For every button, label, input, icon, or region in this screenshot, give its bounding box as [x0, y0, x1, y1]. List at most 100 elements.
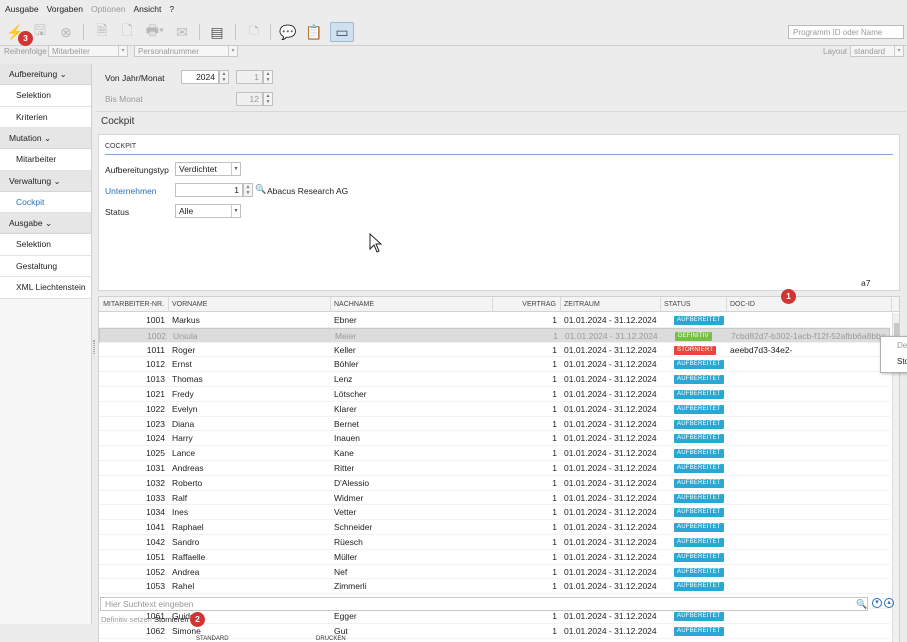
- table-row[interactable]: 1022 Evelyn Klarer 1 01.01.2024 - 31.12.2024…: [99, 402, 890, 417]
- type-select[interactable]: Verdichtet ▾: [175, 162, 241, 176]
- layout-select[interactable]: standard ▾: [850, 45, 904, 57]
- print-icon[interactable]: 🖶▾: [142, 22, 168, 42]
- table-row[interactable]: 1031 Andreas Ritter 1 01.01.2024 - 31.12.202…: [99, 461, 890, 476]
- table-row[interactable]: 1042 Sandro Rüesch 1 01.01.2024 - 31.12.2024…: [99, 535, 890, 550]
- table-row[interactable]: 1051 Raffaelle Müller 1 01.01.2024 - 31.12.2…: [99, 550, 890, 565]
- cell-nachname: Keller: [334, 344, 356, 355]
- search-icon[interactable]: 🔍: [856, 599, 867, 610]
- cell-vorname: Fredy: [172, 389, 194, 399]
- month-input[interactable]: 1: [236, 70, 263, 84]
- col-header-nachname[interactable]: NACHNAME: [331, 297, 493, 312]
- pdf-icon[interactable]: 🗋: [118, 22, 136, 42]
- table-row[interactable]: 1053 Rahel Zimmerli 1 01.01.2024 - 31.12.202…: [99, 579, 892, 595]
- sidebar-section-aufbereitung[interactable]: Aufbereitung ⌄: [0, 64, 91, 85]
- table-row[interactable]: 1012 Ernst Böhler 1 01.01.2024 - 31.12.2024 A…: [99, 357, 890, 373]
- menu-help[interactable]: ?: [169, 4, 174, 14]
- program-search-input[interactable]: Programm ID oder Name: [788, 25, 904, 39]
- table-row[interactable]: 1032 Roberto D'Alessio 1 01.01.2024 - 31.12.…: [99, 476, 890, 491]
- stornieren-button[interactable]: Stornieren: [154, 615, 189, 624]
- sidebar-item-xml-liechtenstein[interactable]: XML Liechtenstein: [0, 277, 91, 299]
- col-header-nr[interactable]: MITARBEITER-NR.: [99, 297, 169, 312]
- splitter-handle[interactable]: [93, 340, 95, 354]
- table-row[interactable]: 1011 Roger Keller 1 01.01.2024 - 31.12.2024 a…: [99, 343, 890, 358]
- table-row[interactable]: 1025 Lance Kane 1 01.01.2024 - 31.12.2024 AUF…: [99, 446, 890, 461]
- table-row[interactable]: 1041 Raphael Schneider 1 01.01.2024 - 31.12.…: [99, 520, 890, 535]
- cancel-icon[interactable]: ⊗: [57, 22, 75, 42]
- table-row[interactable]: 1001 Markus Ebner 1 01.01.2024 - 31.12.2024 A…: [99, 313, 890, 328]
- year-stepper[interactable]: ▲ ▼: [219, 70, 229, 84]
- cell-vorname: Ernst: [172, 359, 192, 370]
- cell-vorname: Diana: [172, 418, 195, 429]
- sidebar-item-cockpit[interactable]: Cockpit: [0, 191, 91, 213]
- table-row[interactable]: 1021 Fredy Lötscher 1 01.01.2024 - 31.12.202…: [99, 387, 890, 402]
- scroll-down-icon[interactable]: ▾: [872, 598, 882, 608]
- cell-zeitraum: 01.01.2024 - 31.12.2024: [564, 463, 657, 473]
- company-link[interactable]: Unternehmen: [105, 186, 157, 196]
- sidebar-item-kriterien[interactable]: Kriterien: [0, 106, 91, 128]
- sort-second-select[interactable]: Personalnummer ▾: [134, 45, 238, 57]
- tab-standard[interactable]: STANDARD: [196, 636, 229, 642]
- sidebar-item-selektion[interactable]: Selektion: [0, 85, 91, 107]
- sidebar-section-verwaltung[interactable]: Verwaltung ⌄: [0, 170, 91, 192]
- file-icon[interactable]: 🗅: [245, 22, 263, 42]
- table-row[interactable]: 1034 Ines Vetter 1 01.01.2024 - 31.12.2024 AU…: [99, 505, 892, 521]
- menu-vorgaben[interactable]: Vorgaben: [47, 4, 83, 14]
- context-item-stornieren[interactable]: Stornieren: [897, 357, 907, 366]
- col-header-vorname[interactable]: VORNAME: [169, 297, 331, 312]
- col-header-zeitraum[interactable]: ZEITRAUM: [561, 297, 661, 312]
- doc-id-fragment: a7: [861, 278, 871, 288]
- menu-ansicht[interactable]: Ansicht: [133, 4, 161, 14]
- cell-zeitraum: 01.01.2024 - 31.12.2024: [564, 374, 657, 385]
- context-item-definitiv[interactable]: Definitiv setzen: [897, 341, 907, 350]
- clipboard-info-icon[interactable]: 📋: [304, 22, 324, 42]
- month-stepper[interactable]: ▲ ▼: [263, 70, 273, 84]
- cell-docid: [730, 505, 892, 520]
- save-icon[interactable]: 🖫: [31, 22, 49, 42]
- table-row[interactable]: 1023 Diana Bernet 1 01.01.2024 - 31.12.2024 A…: [99, 417, 890, 432]
- cell-zeitraum: 01.01.2024 - 31.12.2024: [564, 551, 657, 562]
- company-input[interactable]: 1: [175, 183, 243, 197]
- table-row[interactable]: 1033 Ralf Widmer 1 01.01.2024 - 31.12.2024 AU…: [99, 491, 890, 506]
- cell-docid: [730, 579, 892, 594]
- sidebar-section-mutation[interactable]: Mutation ⌄: [0, 128, 91, 149]
- company-stepper[interactable]: ▲ ▼: [243, 183, 253, 197]
- search-icon[interactable]: 🔍: [255, 184, 266, 195]
- table-row[interactable]: 1024 Harry Inauen 1 01.01.2024 - 31.12.2024 A…: [99, 431, 890, 447]
- sidebar-item-gestaltung[interactable]: Gestaltung: [0, 255, 91, 277]
- table-row[interactable]: 1013 Thomas Lenz 1 01.01.2024 - 31.12.2024 AU…: [99, 372, 890, 387]
- cell-vertrag: 1: [552, 315, 557, 325]
- cell-vorname: Raffaelle: [172, 551, 206, 562]
- chevron-down-icon: ▾: [228, 46, 237, 56]
- notes-icon[interactable]: ▤: [208, 22, 226, 42]
- definitiv-button[interactable]: Definitiv setzen: [101, 615, 152, 624]
- cell-zeitraum: 01.01.2024 - 31.12.2024: [564, 389, 657, 399]
- to-month-input[interactable]: 12: [236, 92, 263, 106]
- sort-first-select[interactable]: Mitarbeiter ▾: [48, 45, 128, 57]
- mail-icon[interactable]: ✉: [173, 22, 191, 42]
- table-row[interactable]: 1002 Ursula Meier 1 01.01.2024 - 31.12.2024 7…: [99, 327, 890, 343]
- col-header-vertrag[interactable]: VERTRAG: [493, 297, 561, 312]
- type-value: Verdichtet: [179, 164, 217, 174]
- menu-ausgabe[interactable]: Ausgabe: [5, 4, 39, 14]
- table-row[interactable]: 1052 Andrea Nef 1 01.01.2024 - 31.12.2024 AUF…: [99, 565, 890, 580]
- menu-optionen[interactable]: Optionen: [91, 4, 126, 14]
- scroll-up-icon[interactable]: ▴: [884, 598, 894, 608]
- cell-zeitraum: 01.01.2024 - 31.12.2024: [564, 522, 657, 533]
- type-label: Aufbereitungstyp: [105, 165, 169, 175]
- col-header-docid[interactable]: DOC-ID: [727, 297, 892, 312]
- cell-nr: 1001: [146, 315, 165, 325]
- tab-drucken[interactable]: DRUCKEN: [316, 636, 346, 642]
- to-month-stepper[interactable]: ▲ ▼: [263, 92, 273, 106]
- document-search-icon[interactable]: 🗎: [93, 22, 111, 42]
- search-input[interactable]: Hier Suchtext eingeben: [100, 597, 868, 611]
- status-select[interactable]: Alle ▾: [175, 204, 241, 218]
- sidebar-section-ausgabe[interactable]: Ausgabe ⌄: [0, 213, 91, 234]
- col-header-status[interactable]: STATUS: [661, 297, 727, 312]
- cell-vertrag: 1: [552, 433, 557, 444]
- sidebar-item-selektion-ausgabe[interactable]: Selektion: [0, 234, 91, 256]
- sidebar-item-mitarbeiter[interactable]: Mitarbeiter: [0, 149, 91, 171]
- chat-info-icon[interactable]: 💬: [278, 22, 298, 42]
- status-badge: AUFBEREITET: [674, 552, 724, 562]
- window-icon[interactable]: ▭: [330, 22, 354, 42]
- year-input[interactable]: 2024: [181, 70, 219, 84]
